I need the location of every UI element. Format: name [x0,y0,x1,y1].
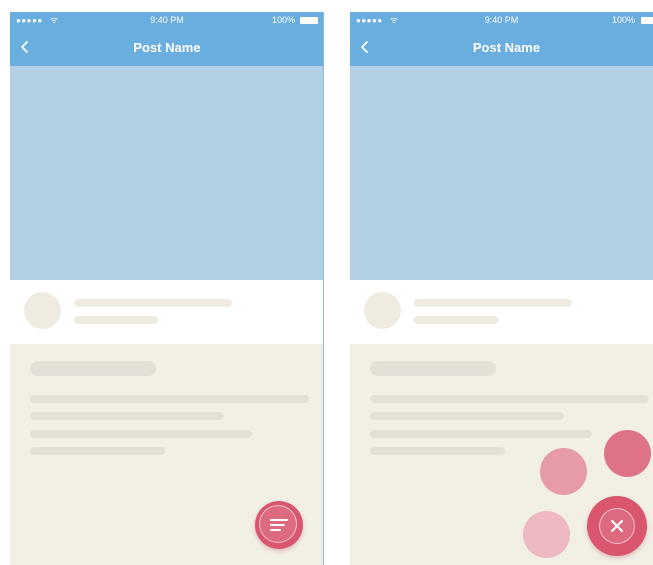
status-bar: ●●●●● ᯤ 9:40 PM 100% [10,12,324,29]
text-line-placeholder [370,412,564,420]
fab-menu-button[interactable] [255,501,303,549]
fab-option-button[interactable] [540,448,587,495]
text-line-placeholder [30,430,252,438]
post-hero-image [350,66,653,280]
fab-option-button[interactable] [604,430,651,477]
page-title: Post Name [472,40,541,55]
author-meta-placeholder [414,316,498,324]
phone-screen-collapsed: ●●●●● ᯤ 9:40 PM 100% Post Name [10,12,324,565]
text-line-placeholder [370,430,592,438]
text-line-placeholder [30,412,224,420]
battery-icon [641,17,653,24]
post-title-placeholder [370,361,496,376]
battery-percent: 100% [271,15,295,25]
close-icon [610,519,624,533]
avatar[interactable] [24,292,61,329]
author-name-placeholder [414,299,572,307]
text-line-placeholder [370,447,505,455]
author-card [350,280,653,344]
status-bar: ●●●●● ᯤ 9:40 PM 100% [350,12,653,29]
post-title-placeholder [30,361,156,376]
text-line-placeholder [30,447,165,455]
fab-close-button[interactable] [587,496,647,556]
author-meta-placeholder [74,316,158,324]
post-hero-image [10,66,324,280]
author-card [10,280,324,344]
text-line-placeholder [370,395,649,403]
battery-percent: 100% [611,15,635,25]
avatar[interactable] [364,292,401,329]
status-time: 9:40 PM [484,15,519,25]
phone-screen-expanded: ●●●●● ᯤ 9:40 PM 100% Post Name [350,12,653,565]
page-title: Post Name [133,40,201,55]
text-line-placeholder [30,395,309,403]
author-name-placeholder [74,299,232,307]
nav-bar: Post Name [350,29,653,66]
menu-lines-icon [270,519,288,531]
battery-icon [300,17,318,24]
nav-bar: Post Name [10,29,324,66]
fab-option-button[interactable] [523,511,570,558]
